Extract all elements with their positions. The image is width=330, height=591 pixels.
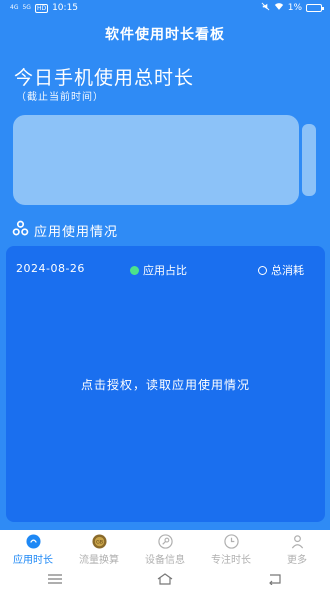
legend-dot-hollow-icon [258, 265, 267, 275]
app-usage-card[interactable]: 2024-08-26 应用占比 总消耗 点击授权，读取应用使用情况 [6, 246, 325, 522]
person-icon [291, 535, 303, 549]
battery-percent: 1% [287, 3, 302, 13]
summary-subtitle: （截止当前时间） [16, 92, 104, 103]
status-time: 10:15 [52, 3, 79, 13]
page-title: 软件使用时长看板 [105, 27, 225, 43]
tab-app-duration[interactable]: 应用时长 [0, 530, 66, 566]
battery-icon [306, 4, 324, 12]
wifi-icon [274, 2, 284, 14]
tab-label: 专注时长 [211, 555, 251, 566]
section-title: 应用使用情况 [34, 225, 119, 240]
hd-badge: HD [34, 3, 49, 13]
data-coin-icon: GB [91, 534, 107, 549]
section-header: 应用使用情况 [12, 220, 118, 241]
clock-bubble-icon [25, 534, 41, 549]
clock-icon [223, 534, 239, 549]
tab-label: 更多 [287, 555, 307, 566]
recycle-icon [12, 220, 29, 241]
system-nav-bar [0, 567, 330, 591]
usage-battery-tip [302, 124, 316, 196]
home-icon[interactable] [157, 573, 173, 585]
signal-4g-label: 4G [10, 4, 19, 11]
signal-5g-label: 5G [22, 4, 31, 11]
legend-dot-green-icon [130, 265, 139, 275]
menu-icon[interactable] [47, 573, 63, 585]
bottom-tab-bar: 应用时长 GB 流量换算 设备信息 专注时长 更多 [0, 530, 330, 567]
device-info-icon [157, 534, 173, 549]
tab-data-conversion[interactable]: GB 流量换算 [66, 530, 132, 566]
mute-icon [261, 2, 270, 14]
status-bar: 4G 5G HD 10:15 1% [0, 0, 330, 16]
tab-more[interactable]: 更多 [264, 530, 330, 566]
tab-label: 应用时长 [13, 555, 53, 566]
legend-app-share-label: 应用占比 [143, 264, 187, 277]
svg-text:GB: GB [96, 539, 103, 545]
tab-focus-duration[interactable]: 专注时长 [198, 530, 264, 566]
authorize-prompt[interactable]: 点击授权，读取应用使用情况 [6, 376, 325, 393]
back-icon[interactable] [267, 573, 283, 585]
tab-device-info[interactable]: 设备信息 [132, 530, 198, 566]
tab-label: 设备信息 [145, 555, 185, 566]
tab-label: 流量换算 [79, 555, 119, 566]
legend-total[interactable]: 总消耗 [258, 262, 304, 278]
summary-title: 今日手机使用总时长 [14, 67, 195, 89]
legend-app-share[interactable]: 应用占比 [130, 262, 187, 278]
usage-date: 2024-08-26 [16, 262, 85, 275]
legend-total-label: 总消耗 [271, 264, 304, 277]
usage-battery-bar [13, 115, 299, 205]
